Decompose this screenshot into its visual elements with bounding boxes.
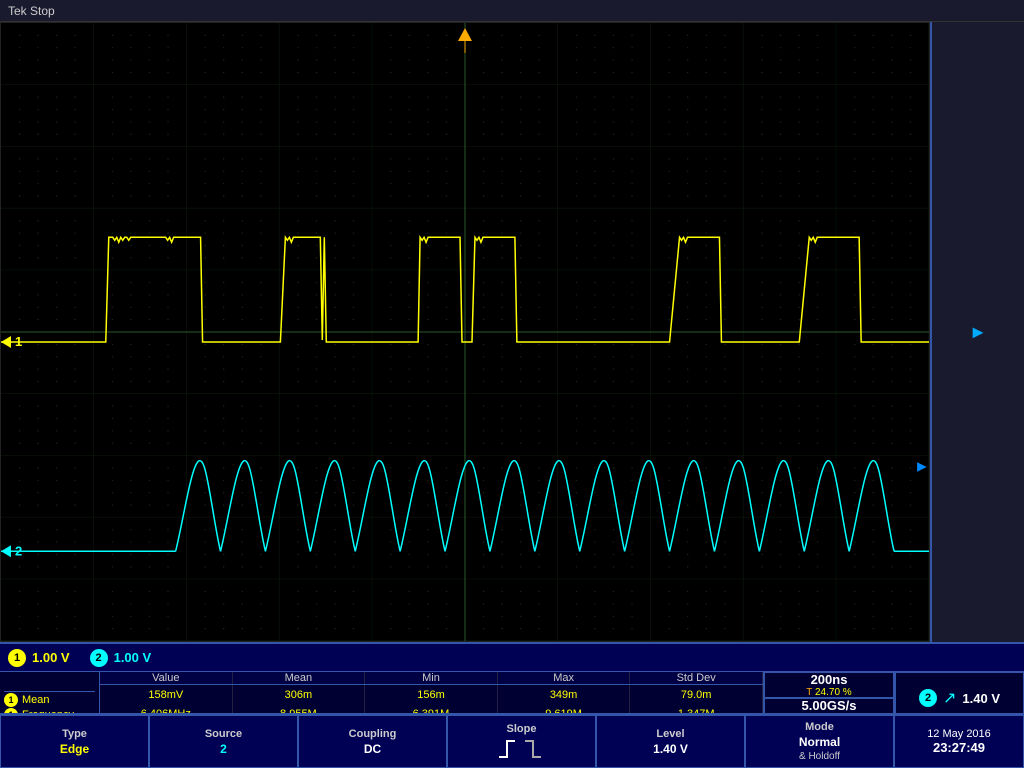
mean-min: 156m bbox=[365, 685, 498, 705]
coupling-value: DC bbox=[364, 742, 381, 756]
ch2-trig-level: 1.40 V bbox=[962, 691, 1000, 706]
col-min: Min bbox=[365, 672, 498, 684]
mean-stddev: 79.0m bbox=[630, 685, 763, 705]
level-button[interactable]: Level 1.40 V bbox=[596, 715, 745, 768]
mean-label-row: 1 Mean bbox=[4, 693, 95, 707]
timebase-value: 200ns bbox=[811, 672, 848, 687]
mean-data-row: 158mV 306m 156m 349m 79.0m bbox=[100, 685, 763, 705]
source-value: 2 bbox=[220, 742, 227, 756]
level-label: Level bbox=[656, 728, 684, 740]
ch2-circle: 2 bbox=[90, 649, 108, 667]
mode-value: Normal bbox=[799, 735, 840, 749]
mode-button[interactable]: Mode Normal & Holdoff bbox=[745, 715, 894, 768]
right-arrow-icon: ► bbox=[969, 322, 987, 343]
col-stddev: Std Dev bbox=[630, 672, 763, 684]
ch2-voltage-badge: 2 1.00 V bbox=[90, 649, 152, 667]
mean-ch-badge: 1 bbox=[4, 693, 18, 707]
datetime-box: 12 May 2016 23:27:49 bbox=[894, 715, 1024, 768]
coupling-label: Coupling bbox=[349, 728, 397, 740]
ch1-voltage-badge: 1 1.00 V bbox=[8, 649, 70, 667]
sample-rate: 5.00GS/s bbox=[802, 698, 857, 713]
source-button[interactable]: Source 2 bbox=[149, 715, 298, 768]
source-label: Source bbox=[205, 728, 242, 740]
ch1-circle: 1 bbox=[8, 649, 26, 667]
date-display: 12 May 2016 bbox=[927, 728, 991, 740]
ch2-trig-badge: 2 bbox=[919, 689, 937, 707]
trigger-pct: T 24.70 % bbox=[806, 687, 851, 698]
col-max: Max bbox=[498, 672, 631, 684]
app-title: Tek Stop bbox=[8, 4, 55, 18]
mode-sub: & Holdoff bbox=[799, 751, 840, 762]
level-value: 1.40 V bbox=[653, 742, 688, 756]
ch1-voltage: 1.00 V bbox=[32, 650, 70, 665]
timebase-box: 200ns T 24.70 % bbox=[764, 672, 894, 698]
svg-text:2: 2 bbox=[15, 543, 22, 558]
right-panel: ► bbox=[930, 22, 1024, 642]
mode-label: Mode bbox=[805, 721, 834, 733]
trigger-pct-value: 24.70 % bbox=[815, 687, 852, 698]
ch2-trig-row: 2 ↗ 1.40 V bbox=[919, 688, 1000, 708]
col-value: Value bbox=[100, 672, 233, 684]
type-value: Edge bbox=[60, 742, 89, 756]
time-display: 23:27:49 bbox=[933, 740, 985, 755]
controls-row: Type Edge Source 2 Coupling DC Slope Lev… bbox=[0, 713, 1024, 768]
type-button[interactable]: Type Edge bbox=[0, 715, 149, 768]
mean-value: 158mV bbox=[100, 685, 233, 705]
slope-up-icon: ↗ bbox=[943, 688, 956, 708]
trigger-pct-label: T bbox=[806, 687, 815, 698]
slope-label: Slope bbox=[507, 723, 537, 735]
voltage-row: 1 1.00 V 2 1.00 V bbox=[0, 644, 1024, 672]
waveform-display: 1 2 ► bbox=[1, 23, 929, 641]
ch2-voltage: 1.00 V bbox=[114, 650, 152, 665]
col-mean: Mean bbox=[233, 672, 366, 684]
svg-text:1: 1 bbox=[15, 334, 22, 349]
meas-header-row: Value Mean Min Max Std Dev bbox=[100, 672, 763, 685]
mean-mean: 306m bbox=[233, 685, 366, 705]
slope-button[interactable]: Slope bbox=[447, 715, 596, 768]
type-label: Type bbox=[62, 728, 87, 740]
top-bar: Tek Stop bbox=[0, 0, 1024, 22]
mean-max: 349m bbox=[498, 685, 631, 705]
coupling-button[interactable]: Coupling DC bbox=[298, 715, 447, 768]
svg-text:►: ► bbox=[914, 459, 929, 476]
scope-screen: 1 2 ► bbox=[0, 22, 930, 642]
slope-icon bbox=[497, 737, 547, 761]
mean-label: Mean bbox=[22, 694, 50, 706]
